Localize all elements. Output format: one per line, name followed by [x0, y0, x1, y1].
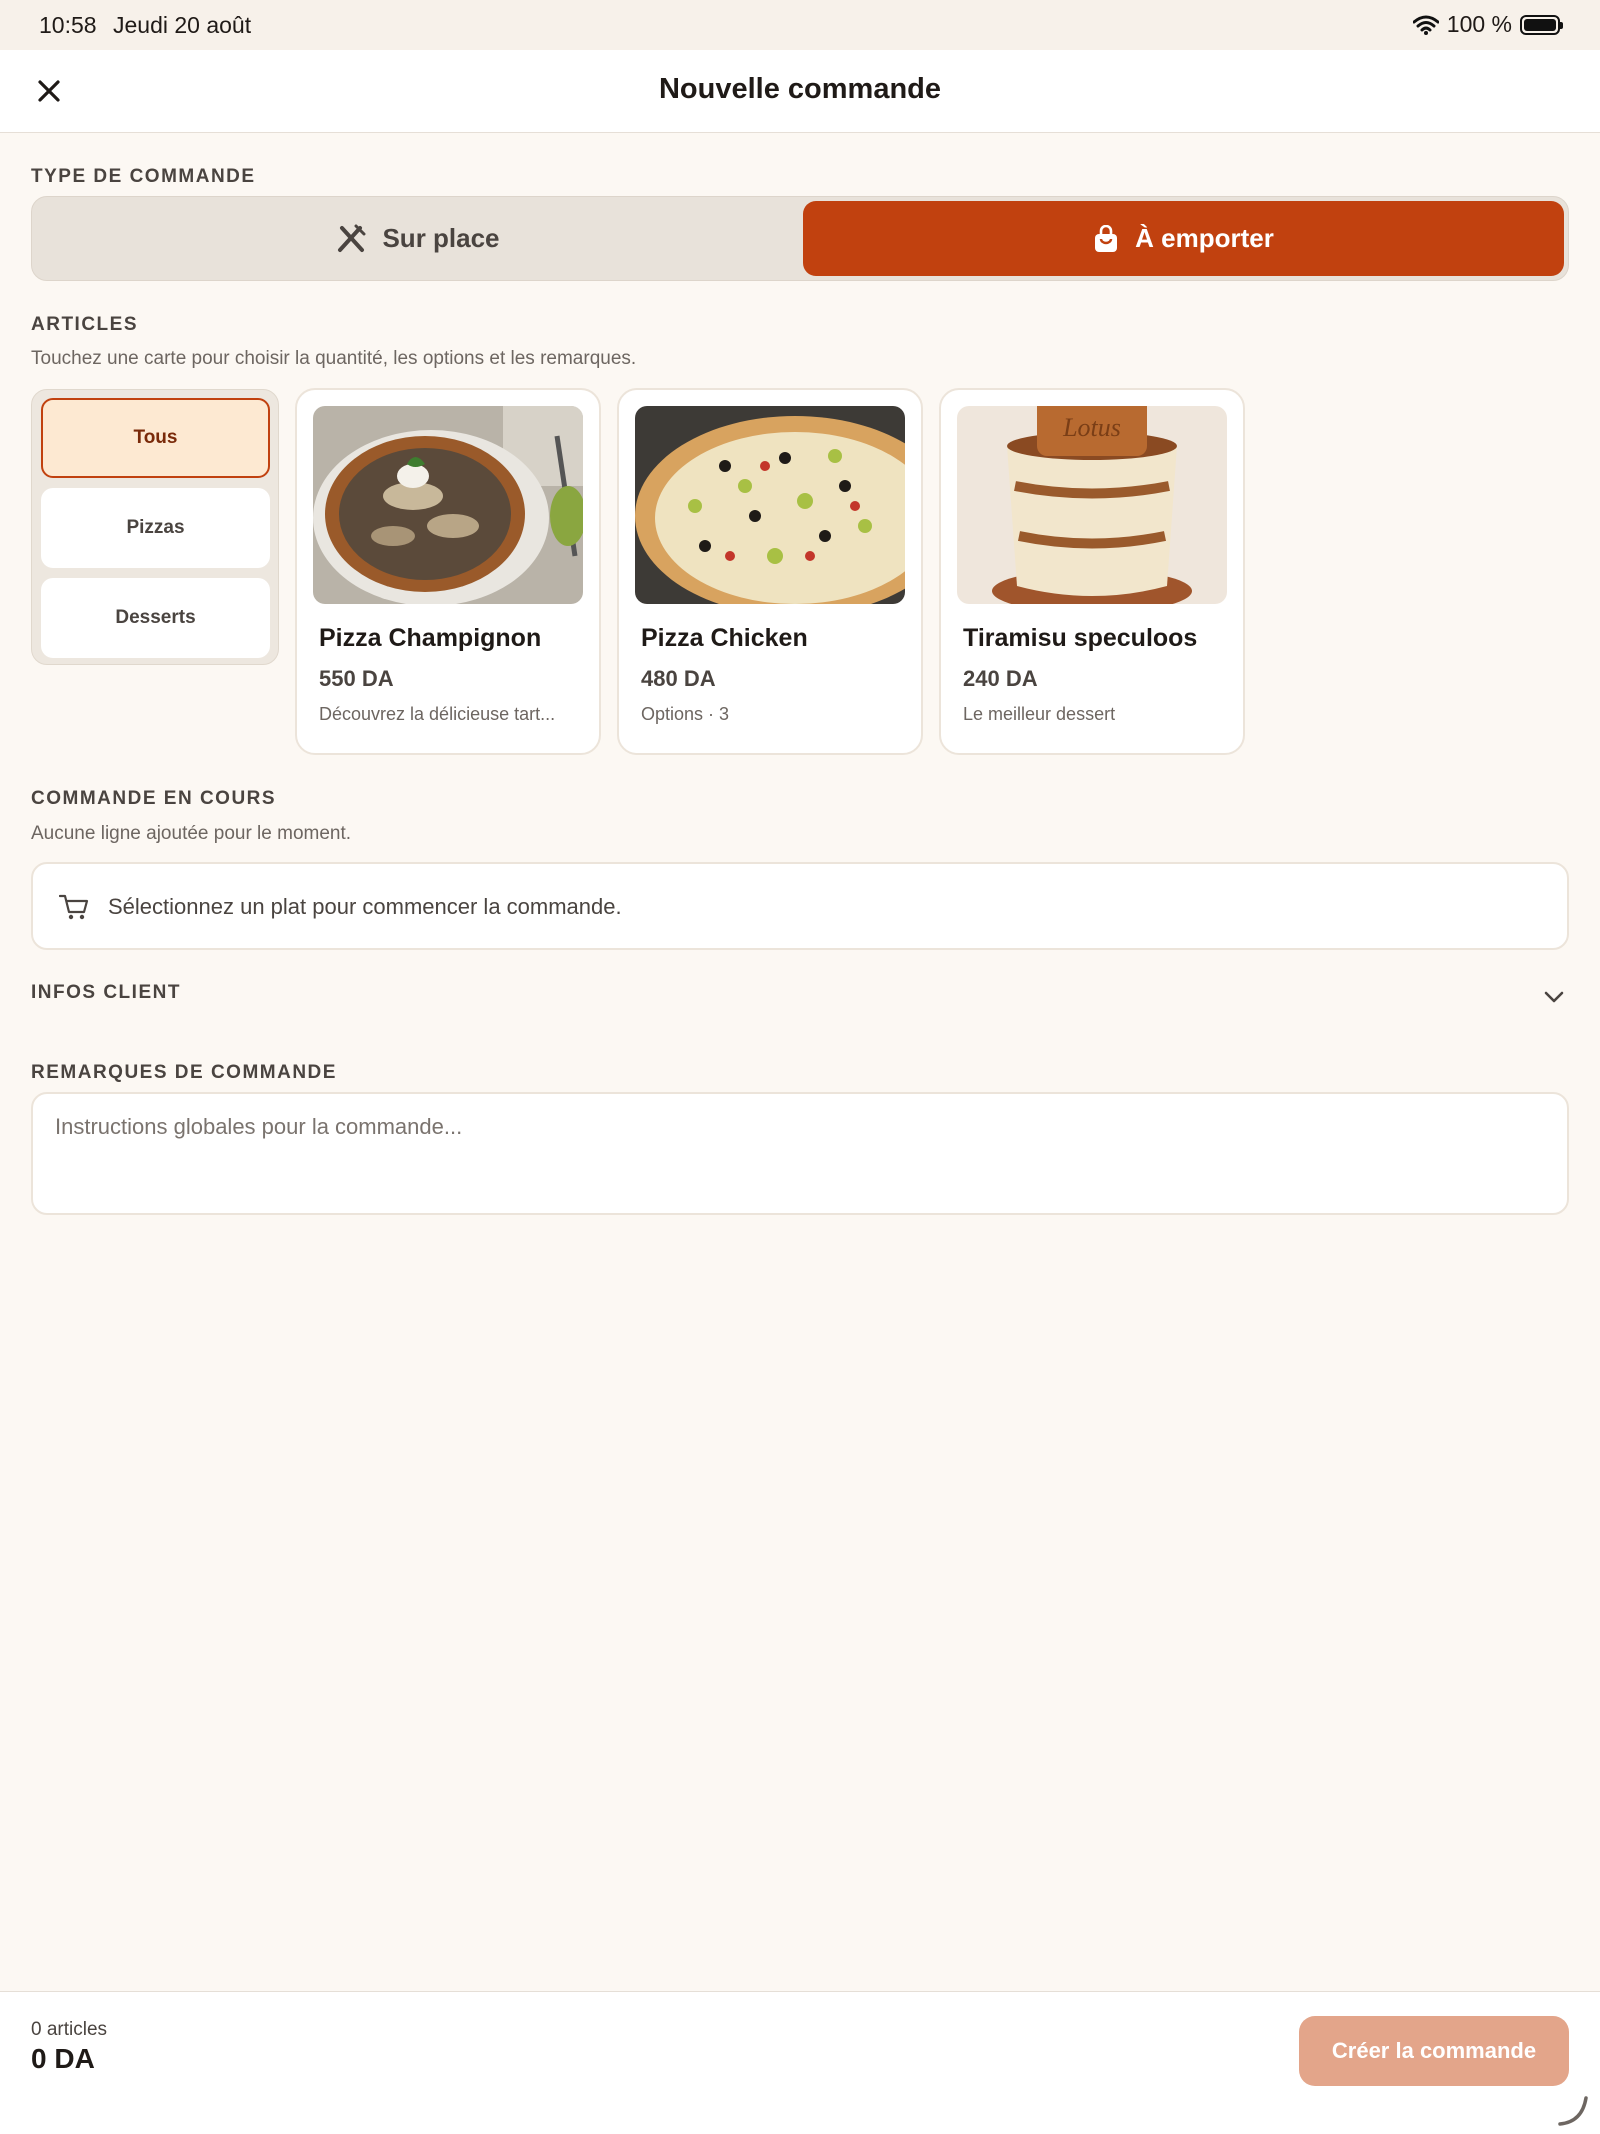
remarks-field	[31, 1092, 1569, 1215]
product-name: Pizza Chicken	[641, 624, 808, 652]
create-order-button[interactable]: Créer la commande	[1299, 2016, 1569, 2086]
wifi-icon	[1412, 15, 1439, 35]
footer: 0 articles 0 DA Créer la commande	[0, 1991, 1600, 2134]
product-name: Tiramisu speculoos	[963, 624, 1198, 652]
category-desserts[interactable]: Desserts	[41, 578, 270, 658]
product-description: Découvrez la délicieuse tart...	[319, 704, 556, 724]
utensils-icon	[338, 224, 366, 252]
battery-percent: 100 %	[1446, 11, 1512, 37]
current-order-hint: Aucune ligne ajoutée pour le moment.	[31, 823, 352, 844]
svg-text:Lotus: Lotus	[1062, 413, 1121, 442]
a-emporter-label: À emporter	[1135, 223, 1274, 253]
order-total: 0 DA	[31, 2043, 95, 2074]
order-type-label: TYPE DE COMMANDE	[31, 166, 256, 187]
shopping-bag-icon	[1095, 224, 1118, 252]
order-type-a-emporter[interactable]: À emporter	[803, 201, 1564, 276]
category-pizzas[interactable]: Pizzas	[41, 488, 270, 568]
status-indicators: 100 %	[1412, 11, 1563, 38]
article-count: 0 articles	[31, 2019, 108, 2040]
articles-hint: Touchez une carte pour choisir la quanti…	[31, 348, 637, 369]
product-card-tiramisu-speculoos[interactable]: Lotus Tiramisu speculoos 240 DA Le meill…	[939, 388, 1245, 755]
sur-place-label: Sur place	[382, 223, 500, 253]
current-order-label: COMMANDE EN COURS	[31, 788, 277, 809]
category-list: Tous Pizzas Desserts	[31, 389, 279, 665]
client-info-label[interactable]: INFOS CLIENT	[31, 982, 181, 1004]
page-title: Nouvelle commande	[658, 73, 942, 105]
order-type-selector: Sur place À emporter	[31, 196, 1569, 281]
product-price: 480 DA	[641, 666, 716, 691]
product-image	[635, 406, 905, 604]
product-price: 240 DA	[963, 666, 1038, 691]
resize-handle-icon[interactable]	[1556, 2094, 1590, 2128]
remarks-input[interactable]	[55, 1114, 1545, 1193]
product-price: 550 DA	[319, 666, 394, 691]
cart-empty-message: Sélectionnez un plat pour commencer la c…	[108, 894, 622, 919]
category-tous[interactable]: Tous	[41, 398, 270, 478]
product-description: Options · 3	[641, 704, 730, 724]
battery-icon	[1520, 14, 1563, 35]
order-type-sur-place[interactable]: Sur place	[36, 201, 800, 276]
cart-icon	[59, 894, 89, 920]
product-card-pizza-champignon[interactable]: Pizza Champignon 550 DA Découvrez la dél…	[295, 388, 601, 755]
product-image: Lotus	[957, 406, 1227, 604]
chevron-down-icon[interactable]	[1542, 985, 1566, 1009]
product-description: Le meilleur dessert	[963, 704, 1116, 724]
status-time: 10:58	[39, 12, 97, 38]
remarks-label: REMARQUES DE COMMANDE	[31, 1062, 337, 1083]
articles-label: ARTICLES	[31, 314, 138, 335]
product-card-pizza-chicken[interactable]: Pizza Chicken 480 DA Options · 3	[617, 388, 923, 755]
product-image	[313, 406, 583, 604]
status-bar: 10:58 Jeudi 20 août 100 %	[0, 0, 1600, 50]
status-date: Jeudi 20 août	[113, 12, 252, 38]
current-order-empty: Sélectionnez un plat pour commencer la c…	[31, 862, 1569, 950]
header: Nouvelle commande	[0, 50, 1600, 133]
product-name: Pizza Champignon	[319, 624, 542, 652]
